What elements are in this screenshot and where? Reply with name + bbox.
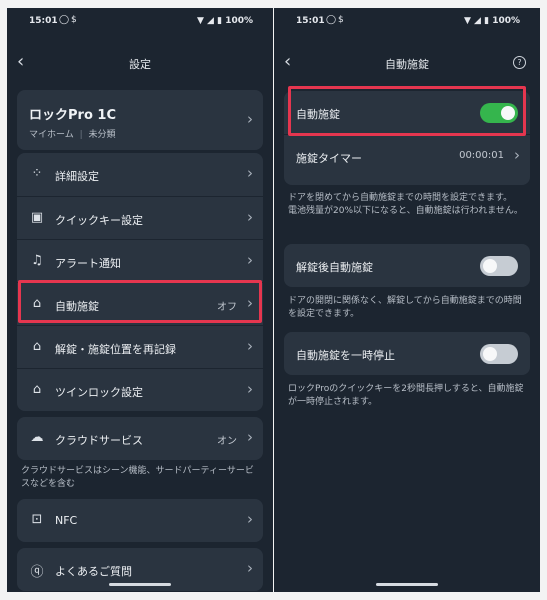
lock-timer-label: 施錠タイマー <box>296 152 362 165</box>
faq-label: よくあるご質問 <box>55 565 132 578</box>
chevron-right-icon: › <box>247 510 253 528</box>
battery-level: 100% <box>225 16 253 26</box>
chevron-right-icon: › <box>247 110 253 128</box>
chevron-right-icon: › <box>247 559 253 577</box>
nfc-card[interactable]: ⊡ NFC › <box>17 499 263 542</box>
grid-icon: ⁘ <box>31 166 43 181</box>
title-bar: ‹ 自動施錠 ? <box>274 48 540 78</box>
status-right: ▼ ◢ ▮ 100% <box>464 16 520 26</box>
pause-toggle[interactable] <box>480 344 518 364</box>
menu-item-alert[interactable]: ♫ アラート通知 › <box>17 239 263 282</box>
pause-card[interactable]: 自動施錠を一時停止 <box>284 332 530 375</box>
wifi-icon: ▼ <box>196 16 204 26</box>
auto-lock-highlight <box>288 86 526 136</box>
lock-timer-value: 00:00:01 <box>459 150 504 161</box>
menu-item-label: クイックキー設定 <box>55 214 143 227</box>
toggle-knob <box>483 259 497 273</box>
lock-refresh-icon: ⌂ <box>32 339 42 354</box>
lock-timer-row[interactable]: 施錠タイマー 00:00:01 › <box>284 134 530 177</box>
question-icon: ⓠ <box>30 565 44 580</box>
signal-icon: ◢ <box>207 16 214 26</box>
battery-level: 100% <box>492 16 520 26</box>
device-home: マイホーム <box>29 130 74 140</box>
cloud-service-label: クラウドサービス <box>55 434 143 447</box>
twin-lock-icon: ⌂ <box>32 382 42 397</box>
chevron-right-icon: › <box>247 164 253 182</box>
auto-lock-highlight <box>18 280 262 323</box>
device-name: ロックPro 1C <box>29 108 116 123</box>
after-unlock-toggle[interactable] <box>480 256 518 276</box>
menu-item-label: アラート通知 <box>55 257 121 270</box>
pause-note: ロックProのクイックキーを2秒間長押しすると、自動施錠が一時停止されます。 <box>288 384 524 407</box>
cloud-service-note: クラウドサービスはシーン機能、サードパーティーサービスなどを含む <box>21 466 254 489</box>
status-right: ▼ ◢ ▮ 100% <box>197 16 253 26</box>
menu-item-recalibrate[interactable]: ⌂ 解錠・施錠位置を再記録 › <box>17 325 263 368</box>
status-time: 15:01 <box>29 16 58 26</box>
device-location: マイホーム | 未分類 <box>29 130 116 140</box>
after-unlock-card[interactable]: 解錠後自動施錠 <box>284 244 530 287</box>
nfc-label: NFC <box>55 514 78 527</box>
chevron-right-icon: › <box>514 146 520 164</box>
wifi-icon: ▼ <box>463 16 471 26</box>
home-indicator <box>109 583 171 586</box>
battery-icon: ▮ <box>484 16 490 26</box>
chevron-right-icon: › <box>247 337 253 355</box>
help-icon[interactable]: ? <box>513 56 526 69</box>
page-title: 自動施錠 <box>385 58 429 71</box>
menu-item-label: 解錠・施錠位置を再記録 <box>55 343 176 356</box>
chevron-right-icon: › <box>247 380 253 398</box>
cloud-service-status: オン <box>217 436 237 447</box>
title-bar: ‹ 設定 <box>7 48 273 78</box>
chevron-right-icon: › <box>247 208 253 226</box>
after-unlock-label: 解錠後自動施錠 <box>296 261 373 274</box>
notification-icon: $ <box>338 15 344 25</box>
sync-icon: ◯ <box>59 15 70 25</box>
status-bar: 15:01 ◯ $ ▼ ◢ ▮ 100% <box>274 8 540 34</box>
device-card[interactable]: ロックPro 1C マイホーム | 未分類 › <box>17 90 263 150</box>
quick-key-icon: ▣ <box>30 210 44 225</box>
signal-icon: ◢ <box>474 16 481 26</box>
toggle-knob <box>483 347 497 361</box>
lock-timer-note: ドアを閉めてから自動施錠までの時間を設定できます。 電池残量が20%以下になると… <box>288 193 523 216</box>
menu-item-twin-lock[interactable]: ⌂ ツインロック設定 › <box>17 368 263 411</box>
device-category: 未分類 <box>88 130 116 140</box>
auto-lock-screen: 15:01 ◯ $ ▼ ◢ ▮ 100% ‹ 自動施錠 ? 自動施錠 施錠タイマ… <box>274 8 540 592</box>
menu-item-label: 詳細設定 <box>55 170 99 183</box>
bell-icon: ♫ <box>31 253 43 268</box>
settings-screen: 15:01 ◯ $ ▼ ◢ ▮ 100% ‹ 設定 ロックPro 1C マイホー… <box>7 8 273 592</box>
sync-icon: ◯ <box>326 15 337 25</box>
pause-label: 自動施錠を一時停止 <box>296 349 395 362</box>
menu-item-label: ツインロック設定 <box>55 386 143 399</box>
cloud-service-card[interactable]: ☁ クラウドサービス オン › <box>17 417 263 460</box>
nfc-icon: ⊡ <box>31 512 43 527</box>
after-unlock-note: ドアの開閉に関係なく、解錠してから自動施錠までの時間を設定できます。 <box>288 296 522 319</box>
notification-icon: $ <box>71 15 77 25</box>
menu-item-quick-key[interactable]: ▣ クイックキー設定 › <box>17 196 263 239</box>
status-bar: 15:01 ◯ $ ▼ ◢ ▮ 100% <box>7 8 273 34</box>
chevron-right-icon: › <box>247 251 253 269</box>
chevron-right-icon: › <box>247 428 253 446</box>
page-title: 設定 <box>129 58 151 71</box>
home-indicator <box>376 583 438 586</box>
menu-item-advanced-settings[interactable]: ⁘ 詳細設定 › <box>17 153 263 196</box>
status-time: 15:01 <box>296 16 325 26</box>
battery-icon: ▮ <box>217 16 223 26</box>
cloud-icon: ☁ <box>30 430 44 445</box>
